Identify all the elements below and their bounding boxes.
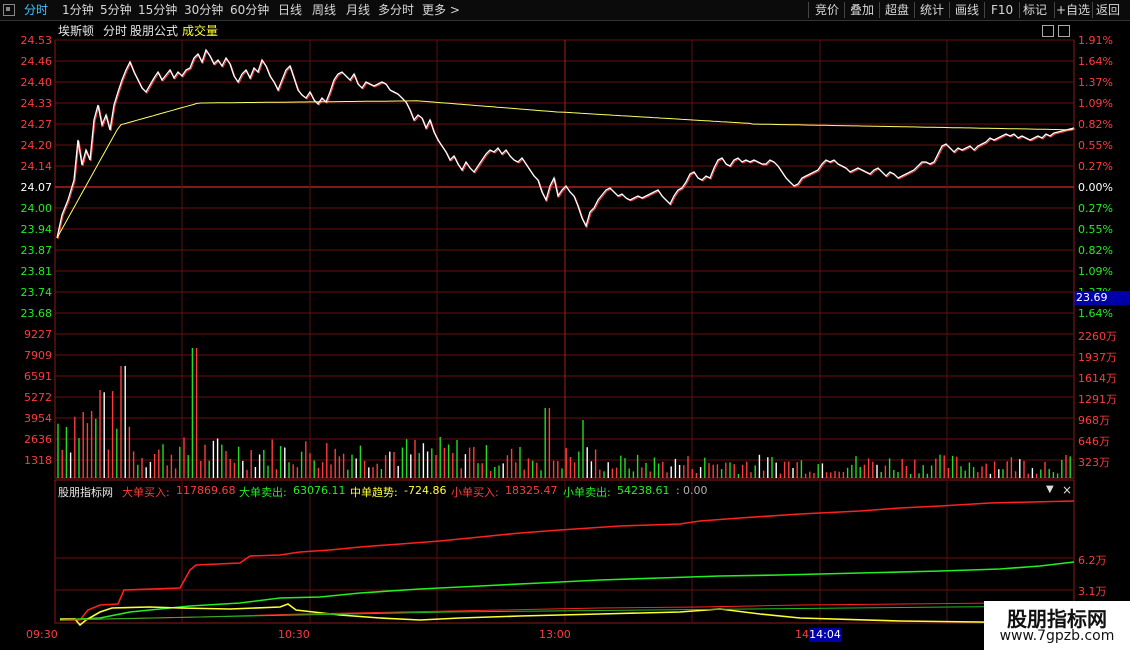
intraday-chart[interactable] — [0, 0, 1130, 650]
time-tick: 09:30 — [26, 628, 58, 641]
small-buy-value: 18325.47 — [505, 484, 558, 497]
volume-bars — [57, 348, 1071, 478]
small-sell-label: 小单卖出: — [563, 486, 611, 499]
big-sell-value: 63076.11 — [293, 484, 346, 497]
dropdown-icon[interactable]: ▼ — [1046, 484, 1054, 495]
mid-trend-value: -724.86 — [404, 484, 447, 497]
time-tick: 14 — [795, 628, 809, 641]
cursor-time-tag: 14:04 — [809, 628, 841, 642]
big-buy-line — [60, 500, 1075, 621]
indicator-name[interactable]: 股朋指标网 — [58, 484, 113, 500]
small-buy-line — [59, 602, 1074, 621]
big-buy-label: 大单买入: — [122, 486, 170, 499]
small-buy-label: 小单买入: — [451, 486, 499, 499]
mid-trend-label: 中单趋势: — [350, 486, 398, 499]
indicator-tick: 3.1万 — [1078, 585, 1107, 598]
big-sell-label: 大单卖出: — [239, 486, 287, 499]
watermark: 股朋指标网 www.7gpzb.com — [984, 601, 1130, 650]
watermark-url: www.7gpzb.com — [999, 628, 1115, 644]
big-buy-value: 117869.68 — [176, 484, 236, 497]
extra-value: 0.00 — [683, 484, 708, 497]
time-tick: 10:30 — [278, 628, 310, 641]
indicator-tick: 6.2万 — [1078, 554, 1107, 567]
extra-label: : — [676, 484, 680, 497]
close-icon[interactable]: × — [1062, 483, 1072, 497]
time-tick: 13:00 — [539, 628, 571, 641]
small-sell-value: 54238.61 — [617, 484, 670, 497]
